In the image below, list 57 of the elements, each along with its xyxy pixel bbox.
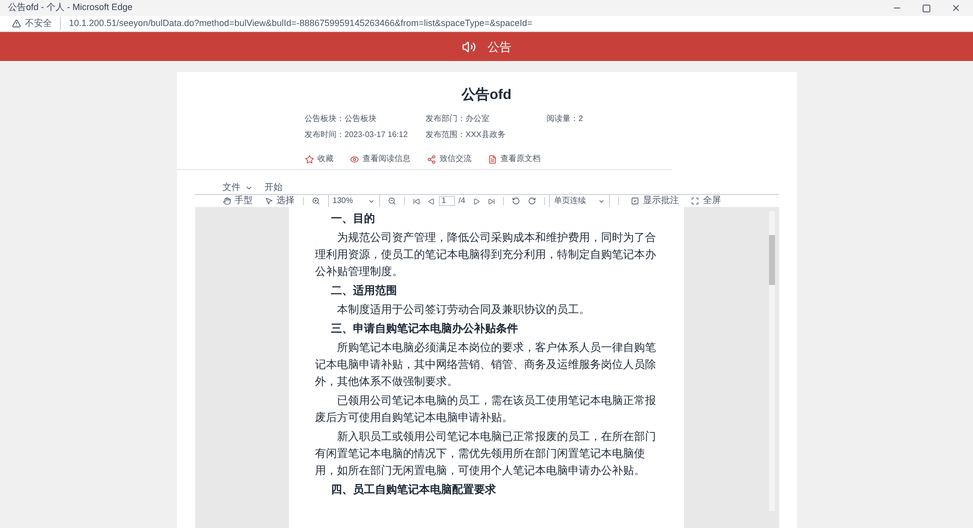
previous-page-icon[interactable]	[428, 198, 434, 204]
speaker-icon	[462, 40, 476, 54]
paragraph: 本制度适用于公司签订劳动合同及兼职协议的员工。	[336, 302, 591, 318]
page-count: /4	[458, 195, 466, 207]
rotate-left-icon[interactable]	[512, 197, 520, 205]
section-heading: 二、适用范围	[330, 283, 398, 299]
file-menu[interactable]: 文件	[218, 182, 256, 195]
annotations-toggle[interactable]: 显示批注	[627, 194, 684, 208]
close-icon[interactable]	[951, 3, 961, 13]
zoom-out-icon[interactable]	[388, 197, 396, 205]
star-icon	[304, 154, 314, 164]
maximize-icon[interactable]	[922, 4, 931, 12]
section-heading: 三、申请自购笔记本电脑办公补贴条件	[330, 321, 519, 337]
meta-text: 发布部门：办公室	[426, 113, 490, 125]
security-label: 不安全	[25, 16, 61, 30]
paragraph: 新入职员工或领用公司笔记本电脑已正常报废的员工，在所在部门有闲置笔记本电脑的情况下，需优先领用所在部门闲置笔记本电脑使用，如所在部门无闲置电脑，可使用个人笔记本电脑申请办公补贴。	[315, 429, 657, 479]
hand-tool[interactable]: 手型	[218, 194, 256, 208]
first-page-icon[interactable]	[412, 198, 420, 204]
meta-text: 发布时间：2023-03-17 16:12	[304, 129, 409, 141]
url-text: 10.1.200.51/seeyon/bulData.do?method=bulView&bulId=-8886759959145263466&from=list&spaceType=&spaceId=	[68, 16, 532, 30]
page-input[interactable]: 1	[438, 196, 454, 206]
caret-icon	[598, 198, 606, 204]
window-title: 公告ofd - 个人 - Microsoft Edge	[8, 1, 133, 14]
scrollbar-thumb[interactable]	[768, 235, 774, 285]
meta-text: 阅读量：2	[546, 113, 584, 125]
pointer-icon	[264, 197, 272, 205]
caret-icon	[368, 198, 374, 204]
caret-icon	[244, 184, 252, 192]
action-link[interactable]: 查看原文档	[488, 153, 540, 165]
action-link[interactable]: 查看阅读信息	[350, 153, 410, 165]
action-link[interactable]: 收藏	[304, 153, 334, 165]
fullscreen-button[interactable]: 全屏	[687, 194, 726, 208]
warning-icon	[12, 19, 21, 28]
paragraph: 所购笔记本电脑必须满足本岗位的要求，客户体系人员一律自购笔记本电脑申请补贴，其中网络营销、销管、商务及运维服务岗位人员除外，其他体系不做强制要求。	[315, 340, 657, 390]
paragraph: 已领用公司笔记本电脑的员工，需在该员工使用笔记本电脑正常报废后方可使用自购笔记本电脑申请补贴。	[315, 393, 657, 426]
last-page-icon[interactable]	[488, 198, 496, 204]
rotate-right-icon[interactable]	[528, 197, 536, 205]
address-bar[interactable]: 不安全 10.1.200.51/seeyon/bulData.do?method=bulView&bulId=-8886759959145263466&from=list&spaceType=&spaceId=	[0, 16, 973, 32]
scrollbar[interactable]	[768, 211, 774, 511]
paragraph: 为规范公司资产管理，降低公司采购成本和维护费用，同时为了合理利用资源，使员工的笔记本电脑得到充分利用，特制定自购笔记本办公补贴管理制度。	[315, 230, 657, 280]
meta-text: 发布范围：XXX县政务	[426, 129, 507, 141]
checkbox-icon	[631, 197, 640, 205]
start-menu[interactable]: 开始	[260, 182, 286, 195]
zoom-in-icon[interactable]	[312, 197, 320, 205]
hand-icon	[222, 197, 230, 205]
header-title: 公告	[488, 38, 512, 56]
next-page-icon[interactable]	[473, 198, 480, 204]
meta-text: 公告板块：公告板块	[304, 113, 378, 125]
bulletin-title: 公告ofd	[462, 85, 512, 104]
action-link[interactable]: 致信交流	[426, 153, 472, 165]
select-tool[interactable]: 选择	[260, 194, 298, 208]
section-heading: 四、员工自购笔记本电脑配置要求	[330, 482, 497, 498]
doc-icon	[488, 154, 496, 164]
section-heading: 一、目的	[330, 211, 376, 227]
eye-icon	[350, 154, 358, 164]
share-icon	[426, 154, 436, 164]
fullscreen-icon	[691, 197, 700, 205]
